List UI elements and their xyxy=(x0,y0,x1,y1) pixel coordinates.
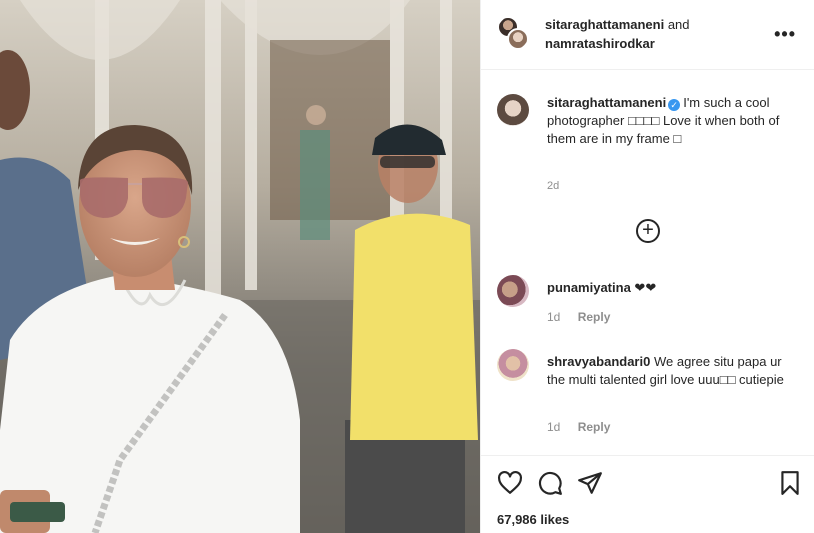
avatar[interactable] xyxy=(497,349,529,381)
comment-text: ❤❤ xyxy=(634,280,657,295)
avatar[interactable] xyxy=(497,94,529,126)
more-options-icon[interactable]: ••• xyxy=(774,24,796,45)
caption-timestamp[interactable]: 2d xyxy=(547,180,559,192)
collab-usernames: sitaraghattamaneni and namratashirodkar xyxy=(545,15,690,53)
share-icon[interactable] xyxy=(577,470,603,496)
load-more-comments-icon[interactable]: + xyxy=(636,219,660,243)
comment-text-block: punamiyatina ❤❤ xyxy=(547,279,797,297)
username-link[interactable]: shravyabandari0 xyxy=(547,354,650,369)
reply-button[interactable]: Reply xyxy=(578,310,611,324)
bookmark-icon[interactable] xyxy=(777,470,803,496)
username-link[interactable]: sitaraghattamaneni xyxy=(547,95,666,110)
and-text: and xyxy=(667,17,690,32)
reply-button[interactable]: Reply xyxy=(578,420,611,434)
avatar[interactable] xyxy=(497,275,529,307)
caption-text-block: sitaraghattamaneni ✓ I'm such a cool photo… xyxy=(547,94,787,148)
comment-icon[interactable] xyxy=(537,470,563,496)
username-link[interactable]: sitaraghattamaneni xyxy=(545,17,664,32)
comment-timestamp[interactable]: 1d xyxy=(547,420,560,434)
comment-meta: 1d Reply xyxy=(547,420,610,434)
post-header: sitaraghattamaneni and namratashirodkar … xyxy=(481,0,814,70)
heart-icon[interactable] xyxy=(497,470,523,496)
likes-count[interactable]: 67,986 likes xyxy=(497,512,569,527)
verified-badge-icon: ✓ xyxy=(668,99,681,111)
comment-meta: 1d Reply xyxy=(547,310,610,324)
avatar[interactable] xyxy=(507,28,529,50)
comment-text-block: shravyabandari0 We agree situ papa ur th… xyxy=(547,353,797,389)
collab-avatars[interactable] xyxy=(497,16,529,50)
username-link[interactable]: punamiyatina xyxy=(547,280,631,295)
username-link[interactable]: namratashirodkar xyxy=(545,36,655,51)
post-photo-illustration xyxy=(0,0,480,533)
comment-timestamp[interactable]: 1d xyxy=(547,310,560,324)
post-actions: 67,986 likes xyxy=(481,455,814,533)
post-details-panel: sitaraghattamaneni and namratashirodkar … xyxy=(480,0,814,533)
post-photo[interactable] xyxy=(0,0,480,533)
